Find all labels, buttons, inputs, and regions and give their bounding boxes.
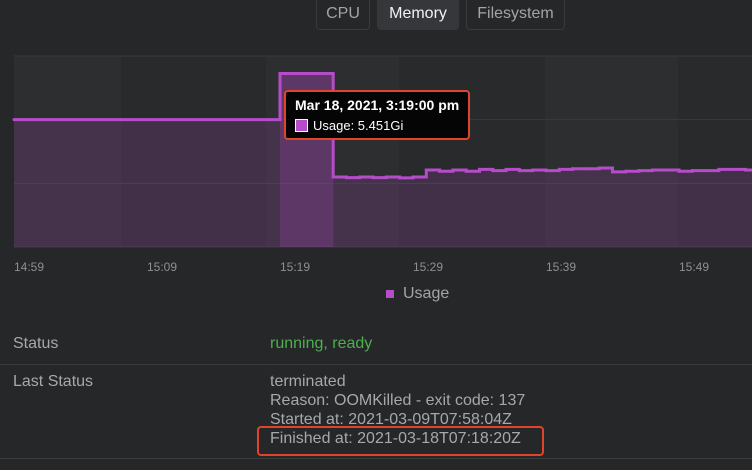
- usage-point: [571, 167, 575, 171]
- legend-label-usage: Usage: [403, 285, 450, 302]
- usage-point: [717, 167, 721, 171]
- usage-point: [637, 169, 641, 173]
- usage-point: [331, 175, 335, 179]
- x-tick-label: 15:39: [546, 260, 576, 274]
- usage-point: [504, 167, 508, 171]
- usage-point: [398, 176, 402, 180]
- usage-point: [225, 118, 229, 122]
- usage-point: [597, 166, 601, 170]
- usage-point: [411, 175, 415, 179]
- x-tick-label: 15:09: [147, 260, 177, 274]
- usage-point: [384, 175, 388, 179]
- status-value: running, ready: [270, 335, 373, 352]
- usage-point: [478, 167, 481, 171]
- last-status-reason: Reason: OOMKilled - exit code: 137: [270, 392, 526, 409]
- usage-point: [531, 168, 535, 172]
- usage-point: [424, 168, 428, 172]
- usage-point: [305, 71, 309, 75]
- usage-point: [358, 175, 362, 179]
- last-status-label: Last Status: [13, 373, 94, 390]
- x-tick-label: 15:19: [280, 260, 310, 274]
- usage-point: [544, 169, 548, 173]
- usage-point: [491, 169, 495, 173]
- usage-point: [557, 167, 561, 171]
- usage-point: [345, 176, 348, 180]
- row-divider: [0, 458, 752, 459]
- row-divider: [0, 364, 752, 365]
- memory-usage-chart[interactable]: 14:59 15:09 15:19 15:29 15:39 15:49: [0, 0, 752, 280]
- status-label: Status: [13, 335, 59, 352]
- usage-point: [624, 169, 628, 173]
- usage-point: [158, 118, 162, 122]
- usage-point: [730, 167, 734, 171]
- usage-point: [278, 71, 282, 75]
- usage-point: [744, 168, 747, 172]
- tooltip-timestamp: Mar 18, 2021, 3:19:00 pm: [295, 97, 460, 113]
- usage-point: [664, 168, 668, 172]
- tooltip-series-swatch: [295, 119, 308, 132]
- usage-point: [438, 169, 442, 173]
- usage-point: [318, 71, 322, 75]
- usage-point: [291, 71, 295, 75]
- usage-point: [584, 167, 588, 171]
- usage-point: [677, 169, 681, 173]
- legend-swatch-usage: [386, 290, 394, 298]
- x-tick-label: 14:59: [14, 260, 44, 274]
- last-status-state: terminated: [270, 373, 346, 390]
- x-tick-label: 15:29: [413, 260, 443, 274]
- finished-at-highlight: [257, 426, 544, 456]
- x-tick-label: 15:49: [679, 260, 709, 274]
- usage-point: [464, 169, 468, 173]
- chart-tooltip: Mar 18, 2021, 3:19:00 pm Usage: 5.451Gi: [284, 90, 470, 140]
- usage-point: [611, 170, 614, 174]
- usage-point: [12, 118, 16, 122]
- usage-point: [517, 169, 521, 173]
- usage-point: [451, 168, 455, 172]
- usage-point: [690, 169, 694, 173]
- tooltip-value: Usage: 5.451Gi: [313, 118, 404, 133]
- usage-point: [704, 169, 708, 173]
- usage-point: [650, 168, 654, 172]
- usage-point: [92, 118, 96, 122]
- usage-point: [371, 176, 375, 180]
